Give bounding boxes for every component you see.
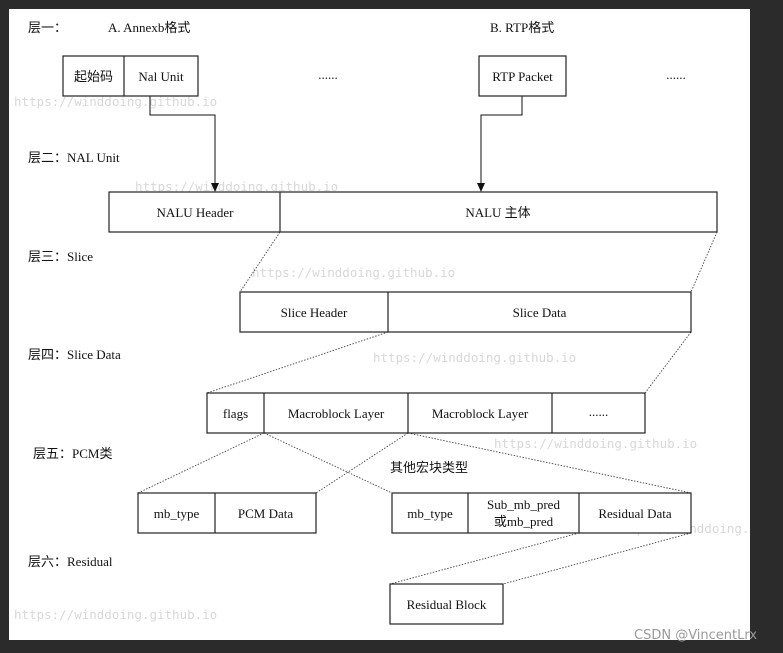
rtp-arrow: [480, 96, 523, 186]
layer5-label: 层五：PCM类: [33, 446, 112, 461]
slice-box: Slice Header Slice Data: [239, 291, 692, 333]
nalu-body-cell: NALU 主体: [465, 205, 530, 220]
watermark: https://winddoing.github.io: [14, 607, 217, 622]
rtp-packet-cell: RTP Packet: [492, 69, 553, 84]
slice-header-cell: Slice Header: [281, 305, 348, 320]
watermarks: https://winddoing.github.io https://wind…: [14, 94, 750, 622]
residual-block-box: Residual Block: [389, 583, 504, 625]
sub-mb-pred-cell-line1: Sub_mb_pred: [487, 497, 560, 512]
layer1-label: 层一：: [28, 20, 67, 35]
rtp-format-label: B. RTP格式: [490, 20, 554, 35]
annexb-arrow: [149, 96, 216, 186]
watermark: https://winddoing.github.io: [373, 350, 576, 365]
watermark: https://winddoing.github.io: [252, 265, 455, 280]
layer4-label: 层四：Slice Data: [28, 347, 121, 362]
ellipsis: ......: [318, 67, 338, 82]
mb-type-cell: mb_type: [407, 506, 453, 521]
annexb-box: 起始码 Nal Unit: [62, 55, 199, 97]
nal-unit-cell: Nal Unit: [138, 69, 184, 84]
flags-cell: flags: [223, 406, 248, 421]
layer6-label: 层六：Residual: [28, 554, 113, 569]
pcm-box: mb_type PCM Data: [137, 492, 317, 534]
rtp-packet-box: RTP Packet: [478, 55, 567, 97]
arrow-head-icon: [477, 183, 485, 192]
nalu-header-cell: NALU Header: [157, 205, 235, 220]
ellipsis-cell: ......: [589, 404, 609, 419]
pcm-data-cell: PCM Data: [238, 506, 293, 521]
mb-type-cell: mb_type: [154, 506, 200, 521]
slice-data-box: flags Macroblock Layer Macroblock Layer …: [206, 392, 646, 434]
residual-block-cell: Residual Block: [407, 597, 487, 612]
h264-layer-diagram: https://winddoing.github.io https://wind…: [14, 20, 750, 625]
nalu-box: NALU Header NALU 主体: [108, 191, 718, 233]
layer3-label: 层三：Slice: [28, 249, 93, 264]
macroblock-layer-cell: Macroblock Layer: [432, 406, 529, 421]
watermark: https://winddoing.github.io: [494, 436, 697, 451]
macroblock-layer-cell: Macroblock Layer: [288, 406, 385, 421]
diagram-page: https://winddoing.github.io https://wind…: [9, 9, 750, 640]
ellipsis: ......: [666, 67, 686, 82]
sub-mb-pred-cell-line2: 或mb_pred: [494, 514, 554, 529]
slice-data-cell: Slice Data: [513, 305, 567, 320]
start-code-cell: 起始码: [74, 69, 113, 84]
annexb-format-label: A. Annexb格式: [108, 20, 190, 35]
other-mb-box: mb_type Sub_mb_pred 或mb_pred Residual Da…: [391, 492, 692, 534]
csdn-credit-watermark: CSDN @VincentLrx: [634, 628, 758, 643]
layer2-label: 层二：NAL Unit: [28, 150, 120, 165]
residual-data-cell: Residual Data: [598, 506, 672, 521]
other-mb-types-label: 其他宏块类型: [390, 460, 468, 475]
